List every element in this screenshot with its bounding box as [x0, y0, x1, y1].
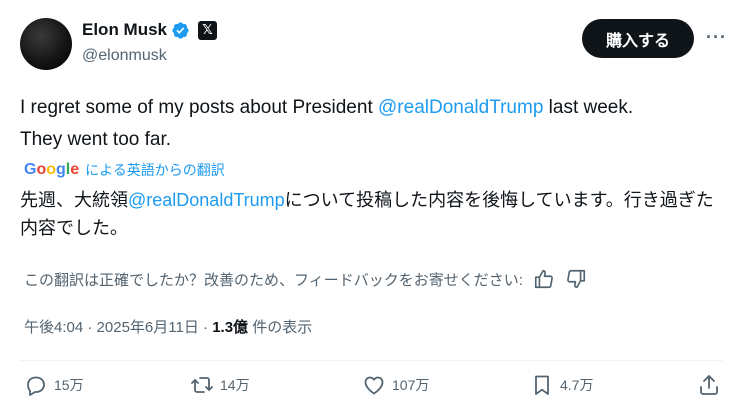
avatar[interactable] [20, 18, 72, 70]
heart-icon [364, 376, 384, 395]
bookmark-count: 4.7万 [560, 377, 594, 393]
like-count: 107万 [392, 377, 430, 393]
tweet-text: I regret some of my posts about Presiden… [20, 92, 725, 156]
thumbs-down-icon[interactable] [565, 268, 587, 290]
author-handle[interactable]: @elonmusk [82, 47, 167, 65]
tweet-text-part: last week. [543, 97, 634, 118]
translated-text: 先週、大統領@realDonaldTrumpについて投稿した内容を後悔しています… [20, 186, 725, 242]
tweet-time[interactable]: 午後4:04 [24, 316, 83, 337]
buy-button[interactable]: 購入する [582, 19, 694, 58]
translation-feedback: この翻訳は正確でしたか？改善のため、フィードバックをお寄せください: [24, 268, 587, 290]
view-count: 1.3億 [212, 319, 249, 336]
thumbs-up-icon[interactable] [533, 268, 555, 290]
translated-text-part: 先週、大統領 [20, 190, 128, 210]
reply-button[interactable]: 15万 [24, 373, 84, 397]
more-options-icon[interactable]: ··· [706, 27, 727, 48]
tweet-date[interactable]: 2025年6月11日 [97, 316, 199, 337]
author-display-name[interactable]: Elon Musk [82, 20, 167, 40]
x-affiliation-icon[interactable]: 𝕏 [198, 20, 218, 40]
feedback-question: この翻訳は正確でしたか？改善のため、フィードバックをお寄せください: [24, 271, 523, 289]
google-logo: Google [24, 161, 80, 178]
meta-separator: · [198, 319, 213, 336]
tweet-text-part: They went too far. [20, 129, 172, 150]
meta-separator: · [83, 319, 97, 336]
bookmark-button[interactable]: 4.7万 [530, 373, 593, 397]
translated-mention-link[interactable]: @realDonaldTrump [128, 190, 285, 210]
action-bar: 15万 14万 107万 4.7万 [0, 373, 743, 403]
tweet-text-part: I regret some of my posts about Presiden… [20, 97, 379, 118]
bookmark-icon [535, 375, 549, 395]
repost-count: 14万 [220, 377, 250, 393]
views-label: 件の表示 [248, 319, 313, 336]
tweet-meta: 午後4:04 · 2025年6月11日 · 1.3億 件の表示 [24, 316, 312, 337]
author-name-row: Elon Musk 𝕏 [82, 20, 218, 40]
share-button[interactable] [697, 373, 721, 397]
verified-badge-icon[interactable] [171, 21, 190, 40]
translated-by-label[interactable]: による英語からの翻訳 [85, 160, 225, 180]
reply-icon [27, 376, 45, 396]
like-button[interactable]: 107万 [362, 373, 429, 397]
repost-icon [191, 377, 213, 393]
mention-link[interactable]: @realDonaldTrump [378, 97, 543, 118]
share-icon [700, 375, 718, 395]
reply-count: 15万 [54, 377, 84, 393]
translation-attribution[interactable]: Google による英語からの翻訳 [24, 160, 225, 180]
repost-button[interactable]: 14万 [190, 373, 250, 397]
divider [20, 360, 723, 361]
